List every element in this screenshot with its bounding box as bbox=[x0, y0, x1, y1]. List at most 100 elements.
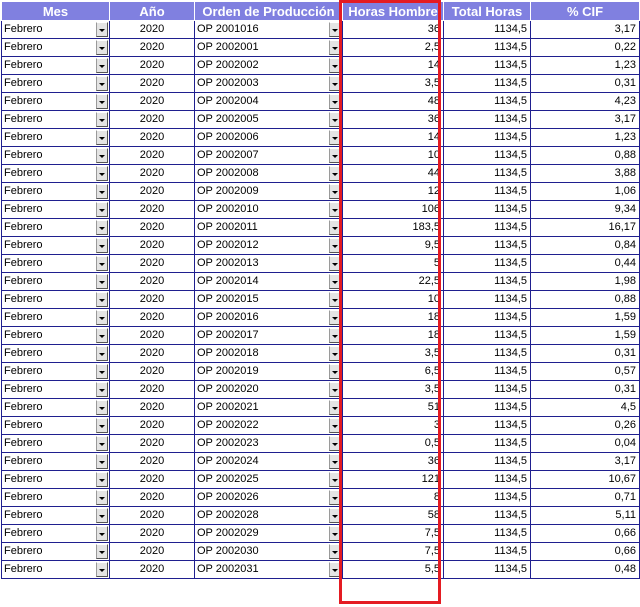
cell-total-horas[interactable]: 1134,5 bbox=[443, 488, 531, 507]
chevron-down-icon[interactable] bbox=[96, 148, 108, 163]
chevron-down-icon[interactable] bbox=[96, 562, 108, 577]
cell-orden[interactable]: OP 2002029 bbox=[194, 524, 343, 543]
cell-mes[interactable]: Febrero bbox=[1, 416, 110, 435]
header-cif[interactable]: % CIF bbox=[530, 1, 640, 21]
chevron-down-icon[interactable] bbox=[329, 202, 341, 217]
chevron-down-icon[interactable] bbox=[329, 112, 341, 127]
cell-anio[interactable]: 2020 bbox=[109, 272, 195, 291]
cell-cif[interactable]: 0,71 bbox=[530, 488, 640, 507]
cell-anio[interactable]: 2020 bbox=[109, 362, 195, 381]
chevron-down-icon[interactable] bbox=[329, 94, 341, 109]
cell-cif[interactable]: 0,84 bbox=[530, 236, 640, 255]
chevron-down-icon[interactable] bbox=[329, 292, 341, 307]
cell-cif[interactable]: 1,23 bbox=[530, 128, 640, 147]
chevron-down-icon[interactable] bbox=[329, 544, 341, 559]
header-orden[interactable]: Orden de Producción bbox=[194, 1, 343, 21]
chevron-down-icon[interactable] bbox=[329, 310, 341, 325]
cell-anio[interactable]: 2020 bbox=[109, 560, 195, 579]
cell-total-horas[interactable]: 1134,5 bbox=[443, 128, 531, 147]
cell-orden[interactable]: OP 2002010 bbox=[194, 200, 343, 219]
cell-horas-hombre[interactable]: 3,5 bbox=[342, 344, 444, 363]
cell-mes[interactable]: Febrero bbox=[1, 182, 110, 201]
cell-orden[interactable]: OP 2002018 bbox=[194, 344, 343, 363]
cell-mes[interactable]: Febrero bbox=[1, 200, 110, 219]
cell-horas-hombre[interactable]: 3,5 bbox=[342, 380, 444, 399]
cell-total-horas[interactable]: 1134,5 bbox=[443, 524, 531, 543]
cell-orden[interactable]: OP 2001016 bbox=[194, 20, 343, 39]
chevron-down-icon[interactable] bbox=[96, 490, 108, 505]
cell-total-horas[interactable]: 1134,5 bbox=[443, 146, 531, 165]
cell-cif[interactable]: 16,17 bbox=[530, 218, 640, 237]
cell-total-horas[interactable]: 1134,5 bbox=[443, 236, 531, 255]
cell-mes[interactable]: Febrero bbox=[1, 344, 110, 363]
cell-total-horas[interactable]: 1134,5 bbox=[443, 200, 531, 219]
cell-horas-hombre[interactable]: 36 bbox=[342, 110, 444, 129]
chevron-down-icon[interactable] bbox=[329, 382, 341, 397]
cell-anio[interactable]: 2020 bbox=[109, 290, 195, 309]
chevron-down-icon[interactable] bbox=[329, 40, 341, 55]
chevron-down-icon[interactable] bbox=[96, 40, 108, 55]
cell-horas-hombre[interactable]: 48 bbox=[342, 92, 444, 111]
cell-mes[interactable]: Febrero bbox=[1, 488, 110, 507]
cell-mes[interactable]: Febrero bbox=[1, 164, 110, 183]
cell-mes[interactable]: Febrero bbox=[1, 56, 110, 75]
cell-horas-hombre[interactable]: 7,5 bbox=[342, 542, 444, 561]
chevron-down-icon[interactable] bbox=[96, 328, 108, 343]
cell-mes[interactable]: Febrero bbox=[1, 92, 110, 111]
chevron-down-icon[interactable] bbox=[96, 274, 108, 289]
chevron-down-icon[interactable] bbox=[329, 184, 341, 199]
cell-anio[interactable]: 2020 bbox=[109, 38, 195, 57]
cell-orden[interactable]: OP 2002003 bbox=[194, 74, 343, 93]
cell-orden[interactable]: OP 2002021 bbox=[194, 398, 343, 417]
cell-horas-hombre[interactable]: 0,5 bbox=[342, 434, 444, 453]
chevron-down-icon[interactable] bbox=[329, 220, 341, 235]
cell-mes[interactable]: Febrero bbox=[1, 254, 110, 273]
cell-horas-hombre[interactable]: 14 bbox=[342, 56, 444, 75]
chevron-down-icon[interactable] bbox=[96, 346, 108, 361]
chevron-down-icon[interactable] bbox=[96, 112, 108, 127]
cell-anio[interactable]: 2020 bbox=[109, 398, 195, 417]
cell-horas-hombre[interactable]: 36 bbox=[342, 452, 444, 471]
cell-mes[interactable]: Febrero bbox=[1, 380, 110, 399]
cell-mes[interactable]: Febrero bbox=[1, 542, 110, 561]
cell-orden[interactable]: OP 2002022 bbox=[194, 416, 343, 435]
cell-anio[interactable]: 2020 bbox=[109, 326, 195, 345]
cell-anio[interactable]: 2020 bbox=[109, 488, 195, 507]
cell-horas-hombre[interactable]: 14 bbox=[342, 128, 444, 147]
cell-anio[interactable]: 2020 bbox=[109, 20, 195, 39]
cell-mes[interactable]: Febrero bbox=[1, 524, 110, 543]
cell-orden[interactable]: OP 2002024 bbox=[194, 452, 343, 471]
cell-horas-hombre[interactable]: 5 bbox=[342, 254, 444, 273]
cell-mes[interactable]: Febrero bbox=[1, 290, 110, 309]
cell-horas-hombre[interactable]: 121 bbox=[342, 470, 444, 489]
cell-orden[interactable]: OP 2002030 bbox=[194, 542, 343, 561]
cell-mes[interactable]: Febrero bbox=[1, 560, 110, 579]
chevron-down-icon[interactable] bbox=[329, 238, 341, 253]
cell-cif[interactable]: 0,66 bbox=[530, 542, 640, 561]
chevron-down-icon[interactable] bbox=[329, 418, 341, 433]
chevron-down-icon[interactable] bbox=[329, 508, 341, 523]
cell-total-horas[interactable]: 1134,5 bbox=[443, 38, 531, 57]
cell-horas-hombre[interactable]: 36 bbox=[342, 20, 444, 39]
chevron-down-icon[interactable] bbox=[96, 94, 108, 109]
chevron-down-icon[interactable] bbox=[329, 436, 341, 451]
cell-orden[interactable]: OP 2002006 bbox=[194, 128, 343, 147]
chevron-down-icon[interactable] bbox=[96, 310, 108, 325]
cell-cif[interactable]: 1,59 bbox=[530, 326, 640, 345]
chevron-down-icon[interactable] bbox=[329, 76, 341, 91]
cell-orden[interactable]: OP 2002008 bbox=[194, 164, 343, 183]
cell-cif[interactable]: 0,48 bbox=[530, 560, 640, 579]
cell-anio[interactable]: 2020 bbox=[109, 416, 195, 435]
cell-anio[interactable]: 2020 bbox=[109, 308, 195, 327]
cell-total-horas[interactable]: 1134,5 bbox=[443, 20, 531, 39]
chevron-down-icon[interactable] bbox=[96, 508, 108, 523]
chevron-down-icon[interactable] bbox=[96, 436, 108, 451]
cell-total-horas[interactable]: 1134,5 bbox=[443, 362, 531, 381]
cell-cif[interactable]: 0,31 bbox=[530, 380, 640, 399]
cell-total-horas[interactable]: 1134,5 bbox=[443, 434, 531, 453]
cell-total-horas[interactable]: 1134,5 bbox=[443, 272, 531, 291]
chevron-down-icon[interactable] bbox=[96, 166, 108, 181]
cell-orden[interactable]: OP 2002023 bbox=[194, 434, 343, 453]
cell-horas-hombre[interactable]: 183,5 bbox=[342, 218, 444, 237]
cell-anio[interactable]: 2020 bbox=[109, 200, 195, 219]
